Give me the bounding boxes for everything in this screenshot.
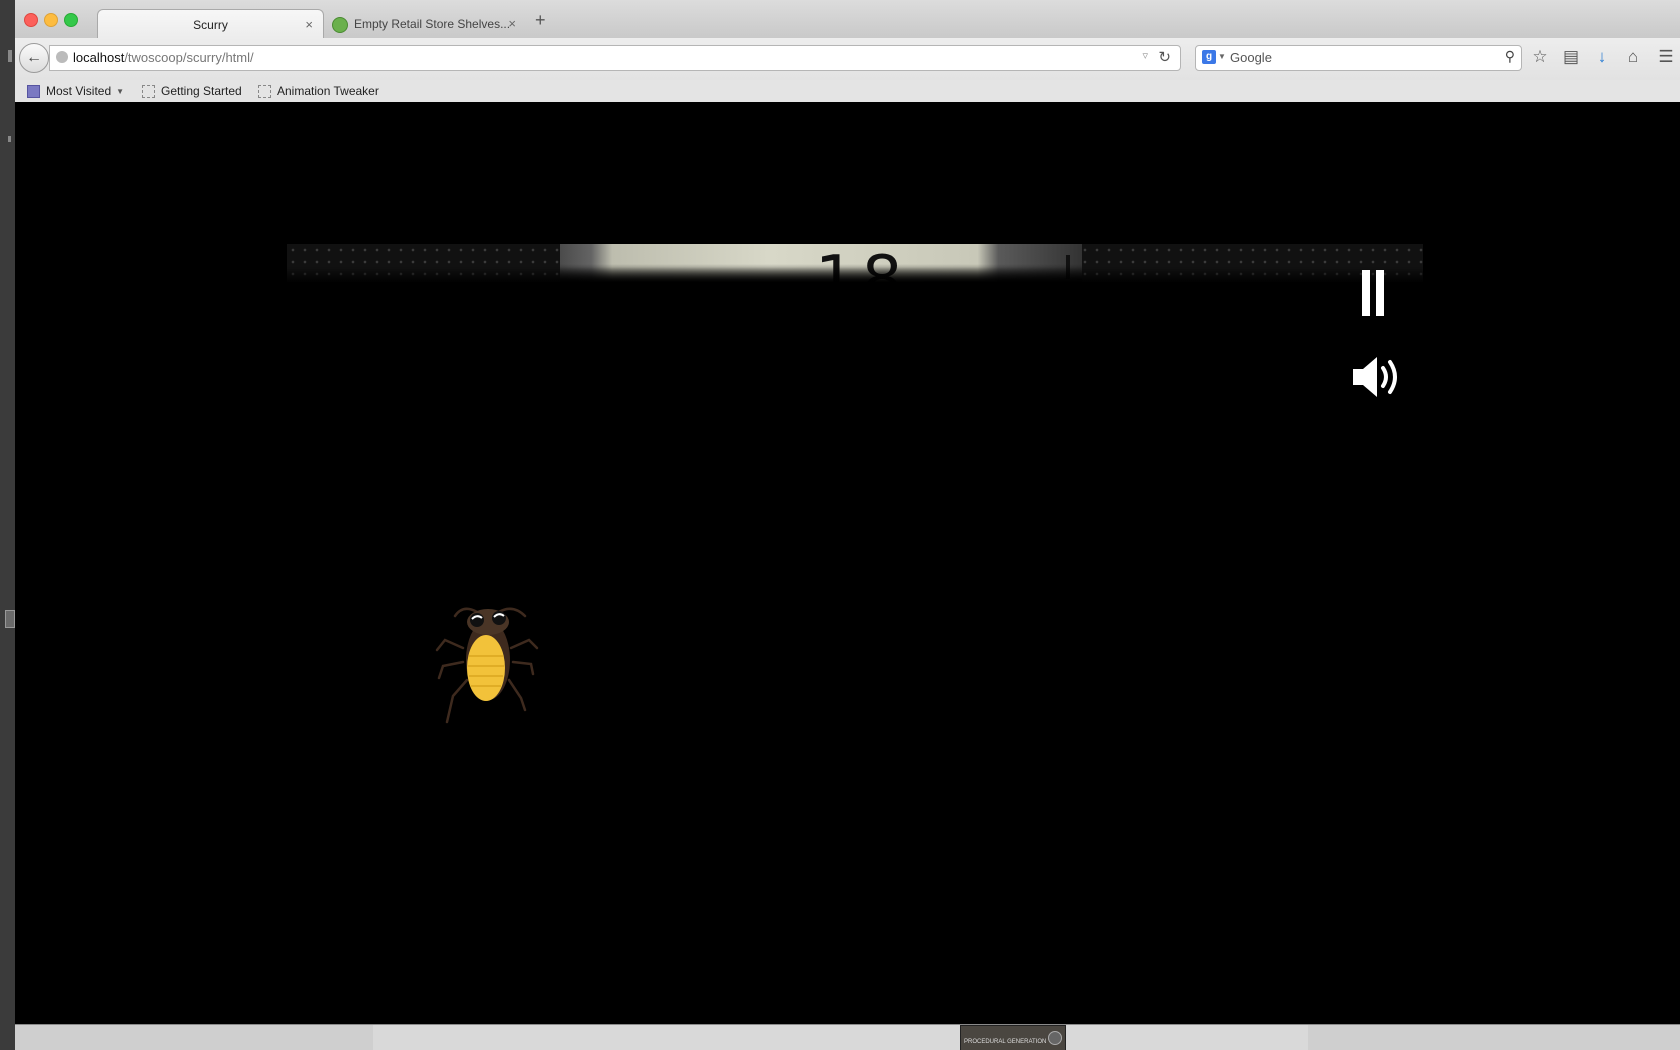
window-minimize-button[interactable] bbox=[44, 13, 58, 27]
tab-scurry[interactable]: Scurry × bbox=[97, 9, 324, 40]
search-input[interactable]: Google bbox=[1230, 50, 1272, 65]
folder-icon bbox=[27, 84, 40, 98]
reload-icon[interactable]: ↻ bbox=[1158, 48, 1171, 66]
back-button[interactable]: ← bbox=[19, 43, 49, 73]
cockroach-sprite[interactable] bbox=[433, 600, 543, 728]
page-icon bbox=[142, 84, 155, 98]
url-path: /twoscoop/scurry/html/ bbox=[124, 50, 254, 65]
bookmark-most-visited[interactable]: Most Visited ▼ bbox=[27, 84, 124, 98]
search-bar[interactable]: g ▼ Google ⚲ bbox=[1195, 45, 1522, 71]
tab-title: Scurry bbox=[193, 18, 228, 32]
dock-thumbnail-label: PROCEDURAL GENERATION bbox=[964, 1039, 1047, 1045]
pause-icon bbox=[1376, 270, 1384, 316]
tab-empty-retail[interactable]: Empty Retail Store Shelves... × bbox=[322, 9, 532, 39]
strip-marker bbox=[8, 136, 11, 142]
browser-window: Scurry × Empty Retail Store Shelves... ×… bbox=[15, 0, 1680, 1050]
hamburger-menu-icon[interactable]: ☰ bbox=[1655, 47, 1677, 67]
bookmarks-toolbar: Most Visited ▼ Getting Started Animation… bbox=[15, 80, 1680, 103]
bookmark-label: Animation Tweaker bbox=[277, 84, 379, 98]
pause-button[interactable] bbox=[1360, 270, 1388, 316]
pause-icon bbox=[1362, 270, 1370, 316]
search-engine-icon[interactable]: g bbox=[1202, 50, 1216, 64]
speaker-icon bbox=[1353, 357, 1397, 397]
game-canvas[interactable]: 18 bbox=[15, 102, 1680, 1024]
chevron-down-icon: ▼ bbox=[116, 86, 125, 96]
window-zoom-button[interactable] bbox=[64, 13, 78, 27]
globe-icon bbox=[56, 51, 68, 63]
url-text[interactable]: localhost/twoscoop/scurry/html/ bbox=[73, 50, 254, 65]
strip-handle[interactable] bbox=[5, 610, 15, 628]
tab-strip: Scurry × Empty Retail Store Shelves... ×… bbox=[15, 0, 1680, 40]
downloads-icon[interactable]: ↓ bbox=[1591, 47, 1613, 67]
background-window-strip bbox=[0, 0, 15, 1050]
dock-strip: PROCEDURAL GENERATION bbox=[15, 1024, 1680, 1050]
home-icon[interactable]: ⌂ bbox=[1622, 47, 1644, 67]
bookmarks-menu-icon[interactable]: ▤ bbox=[1560, 47, 1582, 67]
page-icon bbox=[258, 84, 271, 98]
url-history-dropdown-icon[interactable]: ▿ bbox=[1142, 49, 1148, 62]
bookmark-label: Most Visited bbox=[46, 84, 112, 98]
search-engine-dropdown-icon[interactable]: ▼ bbox=[1218, 52, 1226, 61]
back-arrow-icon: ← bbox=[26, 49, 42, 66]
sound-button[interactable] bbox=[1351, 354, 1405, 400]
window-close-button[interactable] bbox=[24, 13, 38, 27]
dock-strip-inner bbox=[373, 1025, 1308, 1050]
bookmark-label: Getting Started bbox=[161, 84, 242, 98]
tab-title: Empty Retail Store Shelves... bbox=[354, 17, 511, 31]
bookmark-animation-tweaker[interactable]: Animation Tweaker bbox=[258, 84, 379, 98]
bookmark-getting-started[interactable]: Getting Started bbox=[142, 84, 242, 98]
site-favicon-icon bbox=[332, 17, 348, 33]
strip-marker bbox=[8, 50, 12, 62]
new-tab-button[interactable]: + bbox=[535, 10, 546, 31]
hud-shadow bbox=[287, 267, 1423, 283]
search-icon[interactable]: ⚲ bbox=[1505, 48, 1515, 65]
navigation-bar: ← localhost/twoscoop/scurry/html/ ▿ ↻ g … bbox=[15, 38, 1680, 80]
tab-close-icon[interactable]: × bbox=[305, 17, 313, 32]
dock-thumbnail[interactable]: PROCEDURAL GENERATION bbox=[960, 1025, 1066, 1050]
url-bar[interactable]: localhost/twoscoop/scurry/html/ ▿ ↻ bbox=[49, 45, 1181, 71]
clock-icon bbox=[1048, 1031, 1062, 1045]
url-host: localhost bbox=[73, 50, 125, 65]
tab-close-icon[interactable]: × bbox=[508, 16, 516, 31]
bookmark-star-icon[interactable]: ☆ bbox=[1529, 47, 1551, 67]
